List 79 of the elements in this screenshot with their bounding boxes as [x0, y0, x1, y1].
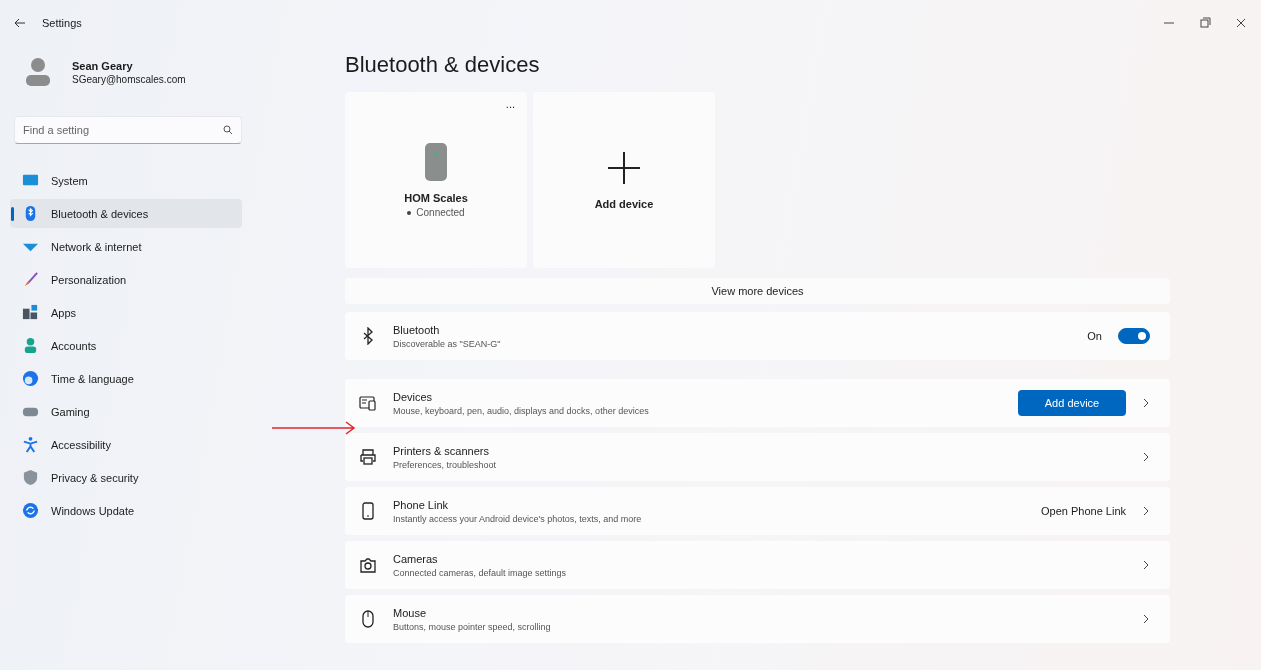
user-name: Sean Geary — [72, 59, 134, 72]
chevron-right-icon[interactable] — [1142, 560, 1150, 570]
person-icon — [22, 337, 39, 354]
sidebar-item[interactable]: Privacy & security — [10, 463, 242, 492]
row-icon — [359, 610, 377, 628]
settings-row[interactable]: Phone Link Instantly access your Android device's photos, texts, and more Open Phone Link — [345, 487, 1170, 535]
status-dot-icon — [407, 210, 412, 215]
search-icon[interactable] — [223, 125, 233, 135]
sidebar-item-label: Windows Update — [51, 504, 135, 517]
row-subtitle: Instantly access your Android device's photos, texts, and more — [393, 513, 643, 524]
sidebar-item[interactable]: Apps — [10, 298, 242, 327]
device-name: HOM Scales — [404, 192, 468, 204]
page-title: Bluetooth & devices — [345, 52, 540, 78]
chevron-right-icon[interactable] — [1142, 398, 1150, 408]
search-field[interactable]: Find a setting — [14, 116, 242, 144]
sidebar-item-label: Personalization — [51, 273, 127, 286]
row-subtitle: Discoverable as "SEAN-G" — [393, 338, 502, 349]
open-phone-link[interactable]: Open Phone Link — [1041, 505, 1126, 517]
window-title: Settings — [42, 17, 82, 29]
user-email: SGeary@homscales.com — [72, 73, 186, 85]
row-title: Cameras — [393, 552, 439, 565]
add-device-label: Add device — [594, 198, 654, 210]
settings-row[interactable]: Cameras Connected cameras, default image settings — [345, 541, 1170, 589]
bluetooth-toggle[interactable] — [1118, 328, 1150, 344]
restore-icon[interactable] — [1199, 17, 1211, 29]
row-title: Mouse — [393, 606, 428, 619]
apps-icon — [22, 304, 39, 321]
row-subtitle: Buttons, mouse pointer speed, scrolling — [393, 621, 552, 632]
close-icon[interactable] — [1235, 17, 1247, 29]
row-icon — [359, 556, 377, 574]
row-subtitle: Preferences, troubleshoot — [393, 459, 498, 470]
sidebar-item-label: Network & internet — [51, 240, 142, 253]
sidebar-item-label: Privacy & security — [51, 471, 139, 484]
sidebar-item[interactable]: Accessibility — [10, 430, 242, 459]
back-arrow-icon[interactable] — [14, 17, 26, 29]
device-card[interactable]: ... HOM Scales Connected — [345, 92, 527, 268]
sidebar-item[interactable]: Personalization — [10, 265, 242, 294]
row-title: Bluetooth — [393, 323, 441, 336]
row-icon — [359, 448, 377, 466]
device-status: Connected — [416, 207, 465, 218]
view-more-devices-button[interactable]: View more devices — [345, 278, 1170, 304]
sidebar-item-label: Apps — [51, 306, 77, 319]
plus-icon — [606, 150, 642, 186]
more-options-button[interactable]: ... — [505, 98, 515, 110]
chevron-right-icon[interactable] — [1142, 506, 1150, 516]
sidebar-item-label: Accounts — [51, 339, 97, 352]
accessibility-icon — [22, 436, 39, 453]
shield-icon — [22, 469, 39, 486]
sidebar-item-label: System — [51, 174, 88, 187]
sidebar-item-label: Gaming — [51, 405, 90, 418]
sidebar-item-label: Bluetooth & devices — [51, 207, 149, 220]
device-icon — [424, 142, 448, 182]
sidebar-item[interactable]: Time & language — [10, 364, 242, 393]
add-device-button[interactable]: Add device — [1018, 390, 1126, 416]
toggle-state-label: On — [1087, 330, 1102, 342]
chevron-right-icon[interactable] — [1142, 614, 1150, 624]
chevron-right-icon[interactable] — [1142, 452, 1150, 462]
sidebar-item-label: Accessibility — [51, 438, 111, 451]
sidebar-item[interactable]: Windows Update — [10, 496, 242, 525]
refresh-icon — [22, 502, 39, 519]
settings-row[interactable]: Printers & scanners Preferences, troubleshoot — [345, 433, 1170, 481]
sidebar-item[interactable]: Bluetooth & devices — [10, 199, 242, 228]
sidebar-item[interactable]: Network & internet — [10, 232, 242, 261]
brush-icon — [22, 271, 39, 288]
row-subtitle: Connected cameras, default image settings — [393, 567, 568, 578]
row-icon — [359, 394, 377, 412]
sidebar-item-label: Time & language — [51, 372, 134, 385]
settings-row[interactable]: Mouse Buttons, mouse pointer speed, scrolling — [345, 595, 1170, 643]
row-icon — [359, 502, 377, 520]
row-title: Phone Link — [393, 498, 450, 511]
row-title: Devices — [393, 390, 434, 403]
sidebar-item[interactable]: Accounts — [10, 331, 242, 360]
row-subtitle: Mouse, keyboard, pen, audio, displays and docks, other devices — [393, 405, 650, 416]
sidebar-item[interactable]: System — [10, 166, 242, 195]
sidebar-item[interactable]: Gaming — [10, 397, 242, 426]
settings-row[interactable]: Devices Mouse, keyboard, pen, audio, displays and docks, other devices Add device — [345, 379, 1170, 427]
settings-row[interactable]: Bluetooth Discoverable as "SEAN-G" On — [345, 312, 1170, 360]
row-title: Printers & scanners — [393, 444, 490, 457]
add-device-card[interactable]: Add device — [533, 92, 715, 268]
